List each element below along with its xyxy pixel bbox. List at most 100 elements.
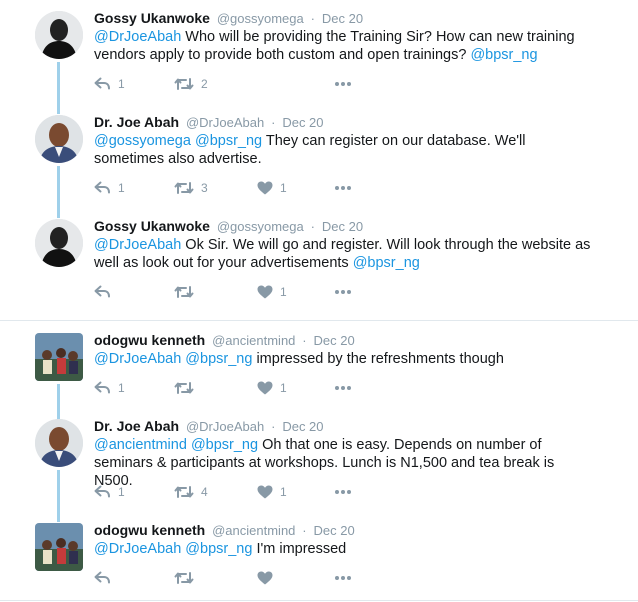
mention-link[interactable]: @ancientmind xyxy=(94,437,187,453)
like-button[interactable]: 1 xyxy=(257,380,287,396)
retweet-button[interactable]: 2 xyxy=(174,76,208,92)
tweet-text: @DrJoeAbah Ok Sir. We will go and regist… xyxy=(94,236,594,272)
more-button[interactable] xyxy=(334,180,352,196)
mention-link[interactable]: @DrJoeAbah xyxy=(94,237,181,253)
separator: · xyxy=(310,11,315,26)
separator: · xyxy=(302,333,307,348)
mention-link[interactable]: @DrJoeAbah xyxy=(94,351,181,367)
mention-link[interactable]: @bpsr_ng xyxy=(195,133,262,149)
timestamp[interactable]: Dec 20 xyxy=(282,419,323,434)
heart-icon xyxy=(257,571,273,585)
retweet-icon xyxy=(174,181,194,195)
retweet-button[interactable] xyxy=(174,284,194,300)
like-count: 1 xyxy=(280,181,287,195)
separator: · xyxy=(302,523,307,538)
reply-button[interactable] xyxy=(94,570,111,586)
mention-link[interactable]: @bpsr_ng xyxy=(185,351,252,367)
more-button[interactable] xyxy=(334,484,352,500)
retweet-count: 4 xyxy=(201,485,208,499)
author-name[interactable]: Gossy Ukanwoke xyxy=(94,218,210,234)
retweet-button[interactable]: 3 xyxy=(174,180,208,196)
timestamp[interactable]: Dec 20 xyxy=(314,523,355,538)
like-button[interactable]: 1 xyxy=(257,484,287,500)
author-handle[interactable]: @ancientmind xyxy=(212,523,295,538)
reply-arrow-icon xyxy=(94,571,111,585)
more-button[interactable] xyxy=(334,570,352,586)
avatar[interactable] xyxy=(35,419,83,467)
reply-button[interactable]: 1 xyxy=(94,76,125,92)
more-dots-icon xyxy=(334,289,352,295)
author-handle[interactable]: @DrJoeAbah xyxy=(186,115,264,130)
like-button[interactable]: 1 xyxy=(257,284,287,300)
reply-count: 1 xyxy=(118,77,125,91)
thread-connector-line xyxy=(57,62,60,104)
author-name[interactable]: odogwu kenneth xyxy=(94,332,205,348)
thread-connector-line xyxy=(57,104,60,114)
reply-button[interactable]: 1 xyxy=(94,380,125,396)
tweet-text: @ancientmind @bpsr_ng Oh that one is eas… xyxy=(94,436,594,490)
retweet-button[interactable]: 4 xyxy=(174,484,208,500)
author-handle[interactable]: @gossyomega xyxy=(217,219,304,234)
tweet-header: Dr. Joe Abah @DrJoeAbah · Dec 20 xyxy=(94,114,324,131)
mention-link[interactable]: @bpsr_ng xyxy=(191,437,258,453)
tweet-header: Dr. Joe Abah @DrJoeAbah · Dec 20 xyxy=(94,418,324,435)
author-handle[interactable]: @ancientmind xyxy=(212,333,295,348)
avatar[interactable] xyxy=(35,523,83,571)
timestamp[interactable]: Dec 20 xyxy=(282,115,323,130)
more-button[interactable] xyxy=(334,284,352,300)
conversation-thread: odogwu kenneth @ancientmind · Dec 20 @Dr… xyxy=(0,322,638,598)
reply-count: 1 xyxy=(118,485,125,499)
tweet[interactable]: Dr. Joe Abah @DrJoeAbah · Dec 20 @ancien… xyxy=(0,408,638,512)
timestamp[interactable]: Dec 20 xyxy=(314,333,355,348)
author-name[interactable]: odogwu kenneth xyxy=(94,522,205,538)
heart-icon xyxy=(257,381,273,395)
avatar[interactable] xyxy=(35,333,83,381)
tweet-header: Gossy Ukanwoke @gossyomega · Dec 20 xyxy=(94,218,363,235)
timestamp[interactable]: Dec 20 xyxy=(322,219,363,234)
retweet-button[interactable] xyxy=(174,380,194,396)
tweet-text-segment: I'm impressed xyxy=(252,541,347,557)
reply-arrow-icon xyxy=(94,285,111,299)
tweet-text: @gossyomega @bpsr_ng They can register o… xyxy=(94,132,594,168)
retweet-icon xyxy=(174,485,194,499)
retweet-icon xyxy=(174,77,194,91)
separator: · xyxy=(271,115,276,130)
reply-arrow-icon xyxy=(94,485,111,499)
tweet[interactable]: Dr. Joe Abah @DrJoeAbah · Dec 20 @gossyo… xyxy=(0,104,638,208)
reply-button[interactable] xyxy=(94,284,111,300)
mention-link[interactable]: @bpsr_ng xyxy=(470,47,537,63)
retweet-count: 3 xyxy=(201,181,208,195)
timestamp[interactable]: Dec 20 xyxy=(322,11,363,26)
mention-link[interactable]: @DrJoeAbah xyxy=(94,541,181,557)
retweet-button[interactable] xyxy=(174,570,194,586)
reply-arrow-icon xyxy=(94,381,111,395)
like-button[interactable]: 1 xyxy=(257,180,287,196)
more-button[interactable] xyxy=(334,380,352,396)
author-name[interactable]: Gossy Ukanwoke xyxy=(94,10,210,26)
author-handle[interactable]: @gossyomega xyxy=(217,11,304,26)
author-name[interactable]: Dr. Joe Abah xyxy=(94,418,179,434)
avatar[interactable] xyxy=(35,219,83,267)
reply-button[interactable]: 1 xyxy=(94,180,125,196)
mention-link[interactable]: @DrJoeAbah xyxy=(94,29,181,45)
avatar[interactable] xyxy=(35,11,83,59)
tweet-header: Gossy Ukanwoke @gossyomega · Dec 20 xyxy=(94,10,363,27)
mention-link[interactable]: @bpsr_ng xyxy=(353,255,420,271)
author-name[interactable]: Dr. Joe Abah xyxy=(94,114,179,130)
tweet[interactable]: odogwu kenneth @ancientmind · Dec 20 @Dr… xyxy=(0,512,638,598)
more-dots-icon xyxy=(334,489,352,495)
tweet[interactable]: Gossy Ukanwoke @gossyomega · Dec 20 @DrJ… xyxy=(0,208,638,312)
like-button[interactable] xyxy=(257,570,273,586)
mention-link[interactable]: @bpsr_ng xyxy=(185,541,252,557)
retweet-icon xyxy=(174,571,194,585)
mention-link[interactable]: @gossyomega xyxy=(94,133,191,149)
more-dots-icon xyxy=(334,81,352,87)
reply-button[interactable]: 1 xyxy=(94,484,125,500)
avatar[interactable] xyxy=(35,115,83,163)
reply-arrow-icon xyxy=(94,77,111,91)
more-dots-icon xyxy=(334,575,352,581)
more-button[interactable] xyxy=(334,76,352,92)
author-handle[interactable]: @DrJoeAbah xyxy=(186,419,264,434)
tweet[interactable]: Gossy Ukanwoke @gossyomega · Dec 20 @DrJ… xyxy=(0,0,638,104)
thread-divider xyxy=(0,320,638,321)
